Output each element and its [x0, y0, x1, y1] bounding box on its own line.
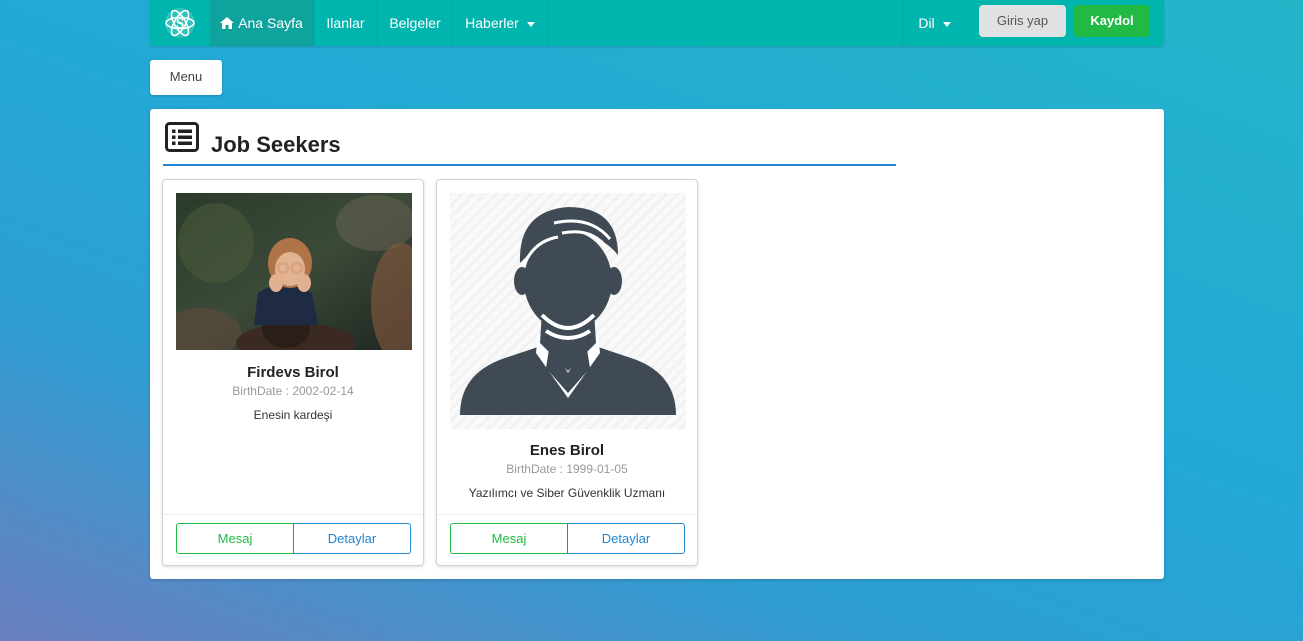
seeker-description: Yazılımcı ve Siber Güvenklik Uzmanı [468, 486, 666, 500]
language-label: Dil [918, 15, 935, 31]
card-footer-divider [437, 514, 697, 515]
details-button[interactable]: Detaylar [293, 523, 411, 554]
seeker-description: Enesin kardeşi [253, 408, 333, 422]
nav-home[interactable]: Ana Sayfa [210, 0, 314, 46]
caret-down-icon [526, 21, 535, 27]
nav-belgeler[interactable]: Belgeler [378, 0, 453, 46]
message-button[interactable]: Mesaj [176, 523, 294, 554]
menu-label: Menu [169, 69, 203, 84]
details-label: Detaylar [601, 531, 651, 546]
nav-ilanlar-label: Ilanlar [326, 15, 365, 31]
site-logo[interactable]: S [150, 0, 211, 46]
svg-text:S: S [176, 16, 184, 32]
home-icon [220, 17, 235, 29]
seeker-name: Enes Birol [529, 442, 605, 459]
caret-down-icon [942, 21, 951, 27]
nav-haberler-label: Haberler [465, 15, 519, 31]
panel-header: Job Seekers [163, 120, 896, 166]
login-button[interactable]: Giris yap [979, 5, 1066, 37]
page-title: Job Seekers [211, 132, 341, 157]
top-navbar: S Ana Sayfa Ilanlar Belgeler Haberler Di… [150, 0, 1164, 46]
atom-logo-icon: S [165, 8, 195, 38]
list-icon [165, 122, 199, 152]
seeker-birthdate: BirthDate : 2002-02-14 [232, 384, 354, 398]
details-button[interactable]: Detaylar [567, 523, 685, 554]
nav-ilanlar[interactable]: Ilanlar [314, 0, 378, 46]
signup-label: Kaydol [1090, 13, 1134, 28]
nav-home-label: Ana Sayfa [238, 15, 303, 31]
message-label: Mesaj [491, 531, 527, 546]
details-label: Detaylar [327, 531, 377, 546]
nav-belgeler-label: Belgeler [389, 15, 441, 31]
job-seeker-card: Enes Birol BirthDate : 1999-01-05 Yazılı… [436, 179, 698, 566]
default-avatar-icon [450, 193, 686, 429]
card-footer-divider [163, 514, 423, 515]
message-button[interactable]: Mesaj [450, 523, 568, 554]
nav-haberler-dropdown[interactable]: Haberler [453, 0, 548, 46]
profile-photo [176, 193, 412, 350]
signup-button[interactable]: Kaydol [1074, 5, 1150, 37]
login-label: Giris yap [996, 13, 1049, 28]
menu-button[interactable]: Menu [150, 60, 222, 95]
job-seeker-card: Firdevs Birol BirthDate : 2002-02-14 Ene… [162, 179, 424, 566]
seeker-name: Firdevs Birol [247, 364, 339, 381]
seeker-birthdate: BirthDate : 1999-01-05 [506, 462, 628, 476]
message-label: Mesaj [217, 531, 253, 546]
language-dropdown[interactable]: Dil [902, 0, 966, 46]
job-seekers-panel: Job Seekers Firdevs Birol BirthDate: 20… [150, 109, 1164, 579]
